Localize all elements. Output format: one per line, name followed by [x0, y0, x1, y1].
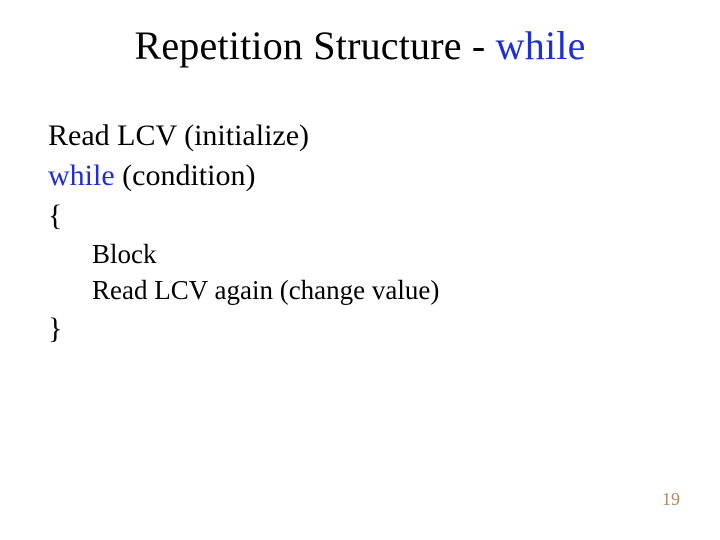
slide-body: Read LCV (initialize) while (condition) … [48, 116, 439, 348]
line-read-again: Read LCV again (change value) [48, 272, 439, 308]
line-block: Block [48, 236, 439, 272]
line-open-brace: { [48, 196, 439, 236]
line-read-initialize: Read LCV (initialize) [48, 116, 439, 156]
line-while-condition: while (condition) [48, 156, 439, 196]
while-condition-text: (condition) [115, 159, 256, 192]
slide-title: Repetition Structure - while [0, 22, 720, 69]
keyword-while: while [48, 159, 115, 192]
page-number: 19 [662, 489, 680, 510]
line-close-brace: } [48, 309, 439, 349]
slide: Repetition Structure - while Read LCV (i… [0, 0, 720, 540]
title-prefix: Repetition Structure - [134, 23, 495, 68]
title-keyword-while: while [496, 23, 586, 68]
